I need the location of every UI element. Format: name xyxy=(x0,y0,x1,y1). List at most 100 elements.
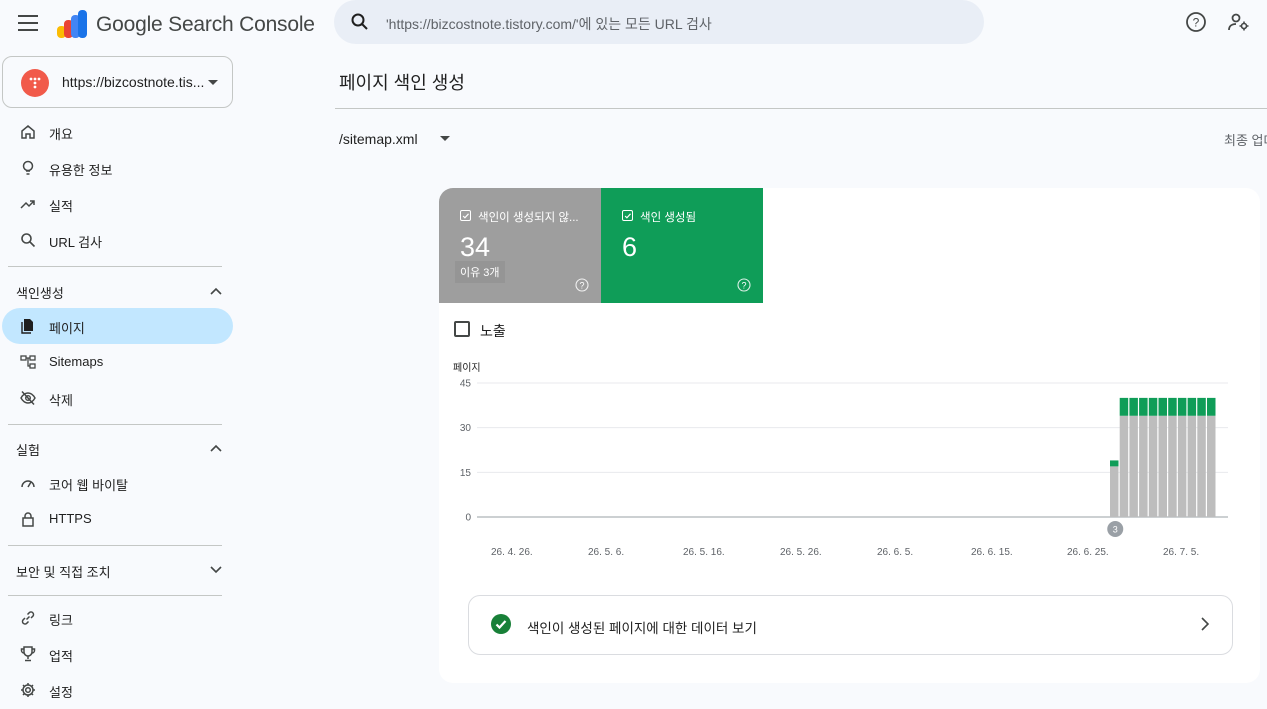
sidebar-item-performance[interactable]: 실적 xyxy=(2,186,233,222)
svg-text:?: ? xyxy=(741,280,746,290)
gear-icon xyxy=(21,683,35,697)
sidebar-item-label: HTTPS xyxy=(49,511,92,526)
view-indexed-data-link[interactable]: 색인이 생성된 페이지에 대한 데이터 보기 xyxy=(527,617,757,637)
indexing-chart: 페이지 0 15 30 45 3 26. 4. 26. 26. 5. 6. 26. 5. 16.… xyxy=(453,362,1228,558)
menu-icon[interactable] xyxy=(18,15,38,31)
search-icon xyxy=(21,233,36,248)
lock-icon xyxy=(22,512,34,527)
sidebar-item-label: 유용한 정보 xyxy=(49,163,113,178)
tile-value: 34 xyxy=(460,232,491,262)
x-tick-label: 26. 5. 6. xyxy=(588,547,624,558)
x-tick-label: 26. 5. 16. xyxy=(683,547,725,558)
sidebar-item-achievements[interactable]: 업적 xyxy=(2,636,233,672)
sidebar-item-label: Sitemaps xyxy=(49,354,104,369)
chart-bar xyxy=(1110,466,1119,517)
x-tick-label: 26. 5. 26. xyxy=(780,547,822,558)
sidebar-item-label: 실적 xyxy=(49,199,73,214)
x-tick-label: 26. 6. 25. xyxy=(1067,547,1109,558)
sidebar-item-label: URL 검사 xyxy=(49,235,103,250)
help-icon[interactable]: ? xyxy=(737,278,751,292)
chart-bar xyxy=(1187,415,1197,517)
y-axis-label: 페이지 xyxy=(453,362,481,374)
tile-indexed[interactable]: 색인 생성됨 6 ? xyxy=(601,188,763,303)
sitemap-filter[interactable]: /sitemap.xml xyxy=(339,131,418,147)
sidebar-item-removals[interactable]: 삭제 xyxy=(2,380,233,416)
sidebar-item-label: 페이지 xyxy=(49,321,85,336)
link-icon xyxy=(21,611,35,625)
user-settings-icon[interactable] xyxy=(1228,12,1250,32)
chart-bar xyxy=(1119,415,1129,517)
chart-bar xyxy=(1139,397,1148,416)
tile-reason: 이유 3개 xyxy=(455,261,505,283)
sidebar-item-label: 개요 xyxy=(49,127,73,142)
chevron-up-icon[interactable] xyxy=(210,444,222,452)
last-update: 최종 업데 xyxy=(1224,133,1267,148)
chart-bar xyxy=(1119,397,1129,416)
sidebar: https://bizcostnote.tis... 개요 유용한 정보 실적 … xyxy=(0,52,240,709)
help-icon[interactable]: ? xyxy=(575,278,589,292)
annotation-label: 3 xyxy=(1113,525,1118,535)
chart-bar xyxy=(1197,397,1206,416)
divider xyxy=(8,266,222,267)
trophy-icon xyxy=(20,646,36,662)
x-tick-label: 26. 6. 5. xyxy=(877,547,913,558)
sidebar-item-settings[interactable]: 설정 xyxy=(2,672,233,708)
sidebar-item-insights[interactable]: 유용한 정보 xyxy=(2,150,233,186)
checkbox[interactable] xyxy=(460,210,471,221)
tile-not-indexed[interactable]: 색인이 생성되지 않... 34 이유 3개 ? xyxy=(439,188,601,303)
search-placeholder[interactable]: 'https://bizcostnote.tistory.com/'에 있는 모… xyxy=(386,14,712,34)
x-tick-label: 26. 4. 26. xyxy=(491,547,533,558)
chart-bar xyxy=(1207,415,1216,517)
sidebar-item-label: 삭제 xyxy=(49,393,73,408)
chart-bar xyxy=(1110,460,1119,467)
y-tick-label: 15 xyxy=(460,468,472,479)
sidebar-item-label: 설정 xyxy=(49,685,73,700)
chart-bar xyxy=(1129,415,1138,517)
chevron-down-icon[interactable] xyxy=(210,566,222,574)
view-indexed-data-row[interactable]: 색인이 생성된 페이지에 대한 데이터 보기 xyxy=(468,595,1233,655)
chart-bar xyxy=(1177,397,1187,416)
section-experience[interactable]: 실험 xyxy=(16,440,40,459)
tile-value: 6 xyxy=(622,232,638,262)
chart-bar xyxy=(1187,397,1197,416)
chart-bar xyxy=(1168,415,1177,517)
section-security[interactable]: 보안 및 직접 조치 xyxy=(16,562,111,581)
property-selector[interactable]: https://bizcostnote.tis... xyxy=(2,56,233,108)
page-title: 페이지 색인 생성 xyxy=(339,73,465,93)
check-circle-icon xyxy=(491,614,511,634)
eye-off-icon xyxy=(20,390,36,406)
home-icon xyxy=(21,125,35,139)
sidebar-item-sitemaps[interactable]: Sitemaps xyxy=(2,344,233,380)
chart-bar xyxy=(1197,415,1206,517)
chevron-right-icon[interactable] xyxy=(1200,617,1210,631)
lightbulb-icon xyxy=(22,160,34,175)
chevron-down-icon xyxy=(208,80,218,85)
url-inspection-search[interactable]: 'https://bizcostnote.tistory.com/'에 있는 모… xyxy=(334,0,984,44)
section-indexing[interactable]: 색인생성 xyxy=(16,283,64,302)
divider xyxy=(335,108,1267,109)
sidebar-item-pages[interactable]: 페이지 xyxy=(2,308,233,344)
sitemap-icon xyxy=(20,355,36,369)
tile-label: 색인이 생성되지 않... xyxy=(478,212,579,224)
impressions-label[interactable]: 노출 xyxy=(480,321,506,341)
sidebar-item-overview[interactable]: 개요 xyxy=(2,114,233,150)
chart-bar xyxy=(1139,415,1148,517)
sidebar-item-https[interactable]: HTTPS xyxy=(2,501,233,537)
chevron-down-icon[interactable] xyxy=(440,136,450,141)
tile-label: 색인 생성됨 xyxy=(640,212,697,224)
sidebar-item-links[interactable]: 링크 xyxy=(2,600,233,636)
search-icon xyxy=(351,13,368,30)
sidebar-item-label: 업적 xyxy=(49,649,73,664)
sidebar-item-url-inspection[interactable]: URL 검사 xyxy=(2,222,233,258)
checkbox[interactable] xyxy=(622,210,633,221)
chart-bar xyxy=(1148,397,1158,416)
top-bar: Google Search Console 'https://bizcostno… xyxy=(0,0,1267,52)
chart-bar xyxy=(1207,397,1216,416)
sidebar-item-core-web-vitals[interactable]: 코어 웹 바이탈 xyxy=(2,465,233,501)
y-tick-label: 30 xyxy=(460,423,472,434)
impressions-checkbox[interactable] xyxy=(454,321,470,337)
divider xyxy=(8,595,222,596)
chevron-up-icon[interactable] xyxy=(210,287,222,295)
sidebar-item-label: 코어 웹 바이탈 xyxy=(49,478,128,493)
help-icon[interactable]: ? xyxy=(1185,11,1207,33)
